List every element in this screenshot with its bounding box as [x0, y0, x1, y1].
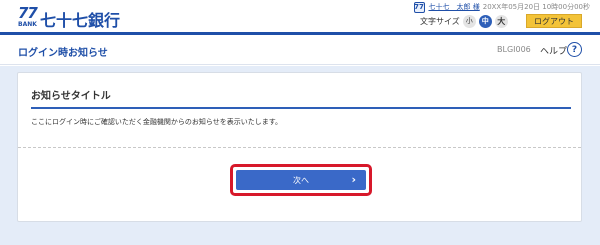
logo-77-text: 77 [18, 4, 38, 22]
notice-title: お知らせタイトル [31, 91, 111, 102]
question-circle-icon[interactable]: ? [567, 42, 582, 57]
font-size-label: 文字サイズ [420, 16, 460, 26]
last-login-time: 20XX年05月20日 10時00分00秒 [482, 3, 590, 11]
help-link[interactable]: ヘルプ [540, 44, 567, 57]
logo-mark-icon: 77 BANK [18, 4, 38, 30]
notice-title-rule [31, 107, 571, 109]
bank-name: 七十七銀行 [40, 11, 121, 30]
next-button-label: 次へ [293, 175, 309, 185]
font-size-controls: 文字サイズ 小 中 大 [420, 13, 511, 29]
font-size-small-button[interactable]: 小 [462, 14, 476, 28]
logout-button[interactable]: ログアウト [526, 14, 582, 28]
notice-card: お知らせタイトル ここにログイン時にご確認いただく金融機関からのお知らせを表示い… [17, 72, 582, 222]
section-divider [18, 147, 581, 148]
header: 77 BANK 七十七銀行 77 七十七 太郎 様 20XX年05月20日 10… [0, 0, 600, 32]
page-title: ログイン時お知らせ [18, 48, 108, 59]
user-name-link[interactable]: 七十七 太郎 様 [429, 2, 480, 12]
next-button[interactable]: 次へ › [236, 170, 366, 190]
font-size-large-button[interactable]: 大 [494, 14, 508, 28]
title-bar: ログイン時お知らせ BLGI006 ヘルプ ? [0, 35, 600, 65]
chevron-right-icon: › [351, 173, 356, 186]
user-badge-icon: 77 [413, 1, 425, 13]
logo-bank-text: BANK [18, 21, 37, 28]
font-size-medium-button[interactable]: 中 [478, 14, 492, 28]
bank-logo[interactable]: 77 BANK 七十七銀行 [18, 4, 128, 30]
screen-id: BLGI006 [497, 45, 531, 54]
notice-body: ここにログイン時にご確認いただく金融機関からのお知らせを表示いたします。 [31, 118, 283, 126]
user-info: 77 七十七 太郎 様 20XX年05月20日 10時00分00秒 [413, 1, 590, 13]
